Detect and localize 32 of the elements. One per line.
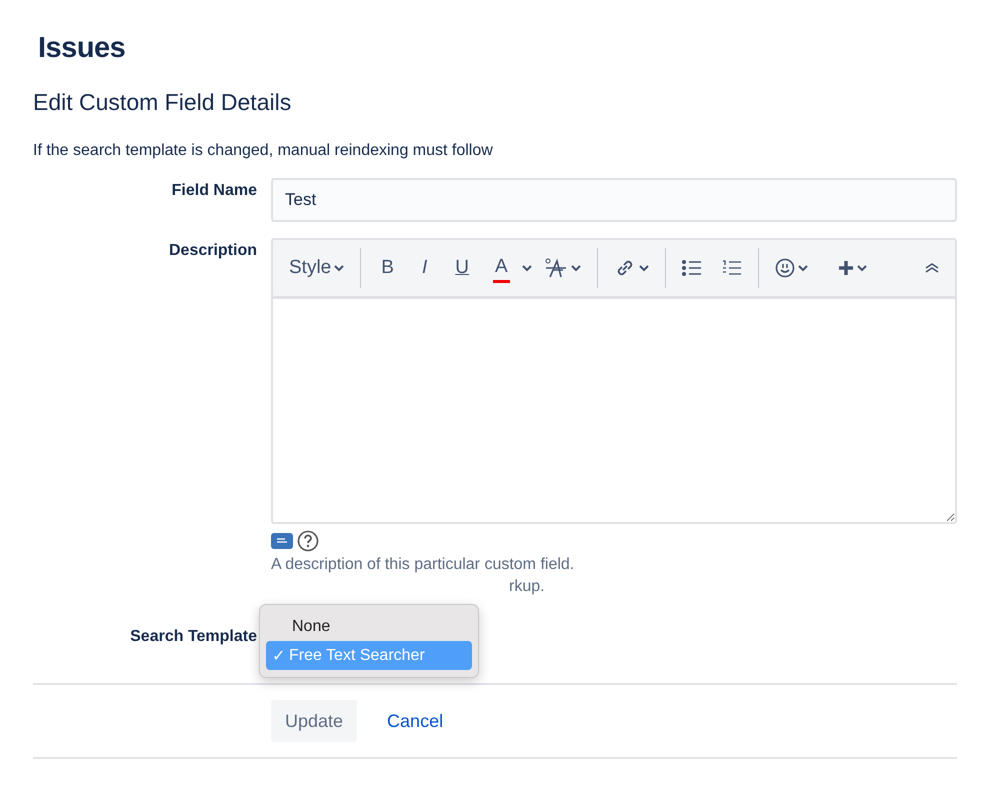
double-chevron-up-icon xyxy=(925,263,939,273)
field-label: Description xyxy=(168,241,257,260)
chevron-down-icon xyxy=(570,264,581,272)
chevron-down-icon xyxy=(638,264,649,272)
wiki-toggle-icon[interactable] xyxy=(271,533,293,549)
section-heading: Edit Custom Field Details xyxy=(33,89,292,116)
underline-button[interactable]: U xyxy=(443,250,481,286)
chevron-down-icon xyxy=(798,264,808,272)
chevron-down-icon xyxy=(334,264,344,272)
bullet-list-icon xyxy=(682,260,702,276)
field-name-input[interactable]: Test xyxy=(271,178,957,222)
cancel-link[interactable]: Cancel xyxy=(369,710,462,732)
description-hint: A description of this particular custom field. xyxy=(271,556,576,574)
field-label: Field Name xyxy=(170,181,257,200)
smiley-icon xyxy=(774,258,795,278)
update-button[interactable]: Update xyxy=(271,700,358,742)
description-hint: rkup. xyxy=(508,578,546,597)
bold-button[interactable]: B xyxy=(369,250,406,286)
plus-icon xyxy=(838,260,854,276)
italic-button[interactable]: I xyxy=(410,250,440,286)
page-title: Issues xyxy=(38,32,126,65)
menu-option[interactable]: None xyxy=(266,612,472,641)
style-dropdown[interactable]: Style xyxy=(281,250,352,286)
chevron-down-icon xyxy=(856,264,867,272)
text-color-button[interactable]: A xyxy=(492,253,510,283)
field-label: Search Template xyxy=(129,627,257,646)
help-icon[interactable] xyxy=(297,530,319,552)
numbered-list-icon xyxy=(722,260,742,276)
check-icon: ✓ xyxy=(272,646,285,666)
chevron-down-icon xyxy=(522,264,532,272)
reindex-note: If the search template is changed, manual reindexing must follow xyxy=(33,142,494,160)
strikethrough-icon xyxy=(544,257,568,279)
